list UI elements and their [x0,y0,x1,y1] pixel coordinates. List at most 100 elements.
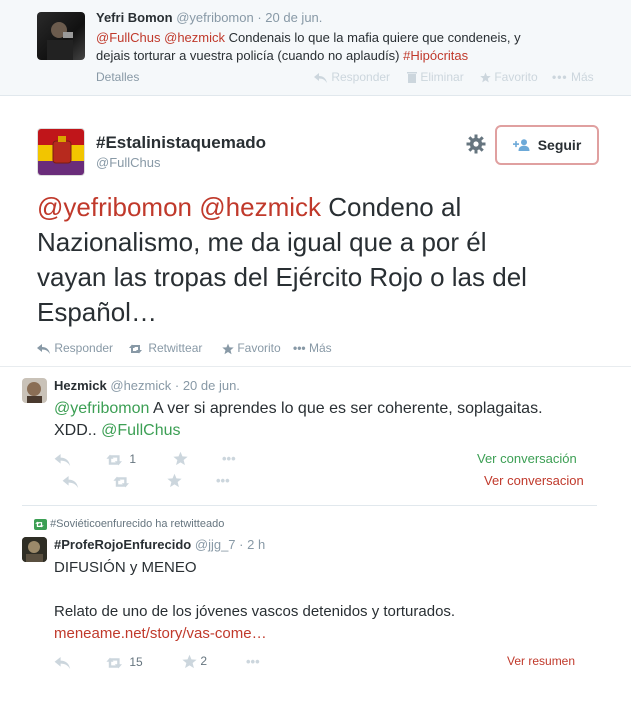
view-conversation-link[interactable]: Ver conversación [477,451,577,466]
view-summary-link[interactable]: Ver resumen [507,654,575,668]
tweet-time[interactable]: · 2 h [239,537,265,552]
reply-icon [314,72,327,83]
hashtag-link[interactable]: #Hipócritas [403,48,468,63]
favorite-action[interactable]: 2 [182,654,207,669]
more-action[interactable]: ••• [222,451,236,466]
tweet-text-line: Condenais lo que la mafia quiere que con… [225,30,521,45]
divider [22,505,597,506]
view-conversation-link[interactable]: Ver conversacion [484,473,584,488]
more-action[interactable]: ••• [216,473,230,488]
reply-label: Responder [331,70,391,84]
article-link[interactable]: meneame.net/story/vas-come… [54,623,455,645]
tweet-text-line: DIFUSIÓN y MENEO [54,559,197,576]
author-name[interactable]: #ProfeRojoEnfurecido [54,537,191,552]
mention-link[interactable]: @hezmick [199,192,321,222]
main-author-handle[interactable]: @FullChus [96,155,161,170]
tweet-text-line: Condeno al [321,192,462,222]
retweet-icon [106,657,122,669]
favorite-label: Favorito [237,341,281,355]
author-handle[interactable]: @jjg_7 [195,537,236,552]
mention-link[interactable]: @yefribomon [54,400,149,417]
star-icon [173,452,188,466]
trash-icon [407,72,417,84]
tweet-text: @FullChus @hezmick Condenais lo que la m… [96,29,521,65]
reply-action[interactable]: Responder [314,70,390,84]
tweet-text-line: Relato de uno de los jóvenes vascos dete… [54,603,456,620]
favorite-action[interactable] [167,473,182,488]
more-action[interactable]: ••• [246,654,260,669]
mention-link[interactable]: @hezmick [164,30,225,45]
tweet-text-line: XDD.. [54,422,102,439]
star-icon [167,474,182,488]
more-icon: ••• [246,654,260,669]
tweet-time[interactable]: · 20 de jun. [257,10,322,25]
retweet-icon [129,344,142,354]
avatar[interactable] [22,537,47,562]
more-icon: ••• [216,473,230,488]
tweet-text-line: Español… [37,297,157,327]
favorite-action[interactable]: Favorito [480,70,538,84]
reply-action[interactable] [54,655,72,669]
author-name[interactable]: Yefri Bomon [96,10,173,25]
tweet-text-line: dejais torturar a vuestra policía (cuand… [96,48,404,63]
tweet-text-line: A ver si aprendes lo que es ser coherent… [149,400,543,417]
retweet-context-label[interactable]: #Soviéticoenfurecido ha retwitteado [50,518,224,530]
author-handle[interactable]: @yefribomon [176,10,254,25]
more-icon: ••• [293,341,306,355]
more-icon: ••• [222,451,236,466]
star-icon [222,343,234,355]
divider [0,366,631,367]
gear-icon[interactable] [466,134,486,154]
avatar[interactable] [37,128,85,176]
retweet-action[interactable] [113,474,133,488]
avatar[interactable] [37,12,85,60]
tweet-time[interactable]: · 20 de jun. [175,378,240,393]
follow-button[interactable]: Seguir [495,125,599,165]
reply-icon [62,475,79,488]
retweet-action[interactable]: Retwittear [129,341,202,355]
mention-link[interactable]: @FullChus [96,30,161,45]
tweet-text-line: vayan las tropas del Ejército Rojo o las… [37,262,527,292]
star-icon [182,655,197,669]
retweet-action[interactable]: 1 [106,452,136,466]
retweet-icon [113,476,129,488]
delete-label: Eliminar [420,70,464,84]
retweet-action[interactable]: 15 [106,655,143,669]
add-user-icon [512,139,530,151]
star-icon [480,72,491,83]
mention-link[interactable]: @yefribomon [37,192,192,222]
favorite-action[interactable] [173,451,188,466]
main-tweet-text: @yefribomon @hezmick Condeno al Nazional… [37,190,617,330]
delete-action[interactable]: Eliminar [407,70,464,84]
more-icon: ••• [552,70,568,84]
reply-action[interactable] [62,474,80,488]
follow-label: Seguir [537,137,582,153]
main-author-name[interactable]: #Estalinistaquemado [96,133,266,153]
retweet-count: 1 [129,452,137,466]
reply-action[interactable]: Responder [37,341,113,355]
author-name[interactable]: Hezmick [54,378,107,393]
retweet-count: 15 [129,655,143,669]
more-label: Más [570,70,594,84]
reply-label: Responder [54,341,114,355]
retweet-text: DIFUSIÓN y MENEO Relato de uno de los jó… [54,557,455,645]
tweet-text-line: Nazionalismo, me da igual que a por él [37,227,487,257]
retweet-icon [34,518,47,530]
more-action[interactable]: ••• Más [293,341,332,355]
favorite-count: 2 [200,654,208,668]
mention-link[interactable]: @FullChus [101,422,180,439]
favorite-label: Favorito [494,70,538,84]
reply-text: @yefribomon A ver si aprendes lo que es … [54,398,543,442]
avatar[interactable] [22,378,47,403]
reply-action[interactable] [54,452,72,466]
author-handle[interactable]: @hezmick [110,378,171,393]
reply-icon [54,453,71,466]
top-tweet: Yefri Bomon @yefribomon · 20 de jun. @Fu… [0,0,631,96]
reply-icon [37,343,50,354]
favorite-action[interactable]: Favorito [222,341,281,355]
retweet-icon [106,454,122,466]
more-action[interactable]: ••• Más [552,70,594,84]
retweet-context: #Soviéticoenfurecido ha retwitteado [34,518,224,530]
more-label: Más [308,341,332,355]
details-link[interactable]: Detalles [96,70,139,84]
